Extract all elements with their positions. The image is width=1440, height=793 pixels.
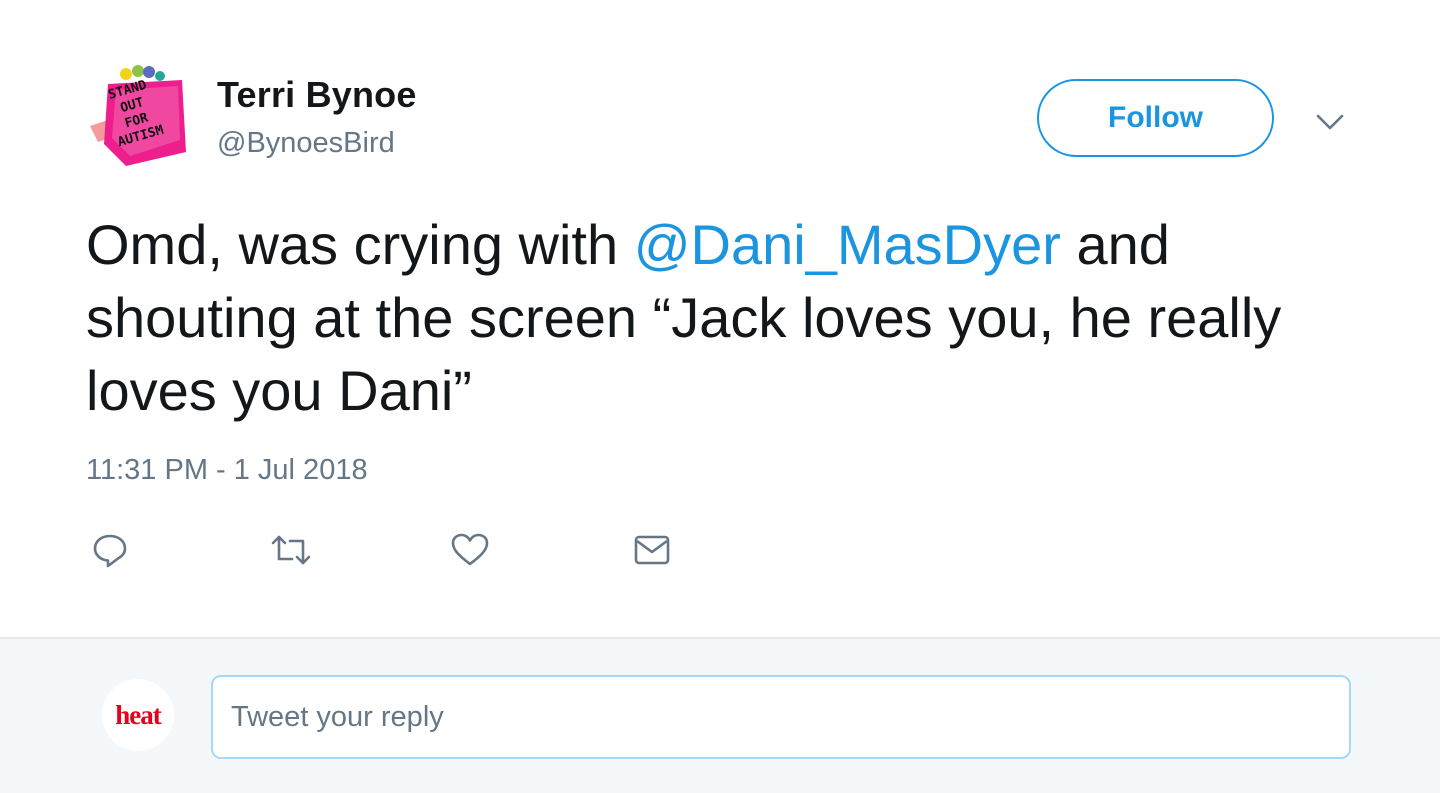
author-avatar[interactable]: STAND OUT FOR AUTISM [86, 64, 190, 172]
like-icon [451, 533, 489, 566]
reply-input[interactable] [211, 675, 1351, 759]
reply-button[interactable] [88, 528, 132, 572]
reply-bar: heat [0, 637, 1440, 793]
heat-logo: heat [115, 699, 161, 730]
tweet-timestamp[interactable]: 11:31 PM - 1 Jul 2018 [86, 454, 368, 487]
retweet-icon [271, 535, 311, 565]
retweet-button[interactable] [269, 528, 313, 572]
author-handle[interactable]: @BynoesBird [217, 127, 395, 160]
like-button[interactable] [448, 528, 492, 572]
direct-message-icon [634, 535, 670, 565]
author-name[interactable]: Terri Bynoe [217, 74, 417, 116]
tweet-card: STAND OUT FOR AUTISM Terri Bynoe @Bynoes… [0, 0, 1440, 637]
tweet-text-part-1: Omd, was crying with [86, 213, 634, 276]
tweet-text: Omd, was crying with @Dani_MasDyer and s… [86, 208, 1376, 427]
mention-link[interactable]: @Dani_MasDyer [634, 213, 1061, 276]
more-options-button[interactable] [1312, 104, 1348, 140]
avatar-image: STAND OUT FOR AUTISM [90, 65, 186, 166]
direct-message-button[interactable] [630, 528, 674, 572]
follow-button[interactable]: Follow [1037, 79, 1274, 157]
reply-icon [93, 534, 127, 568]
chevron-down-icon [1316, 114, 1344, 130]
current-user-avatar[interactable]: heat [102, 679, 174, 751]
